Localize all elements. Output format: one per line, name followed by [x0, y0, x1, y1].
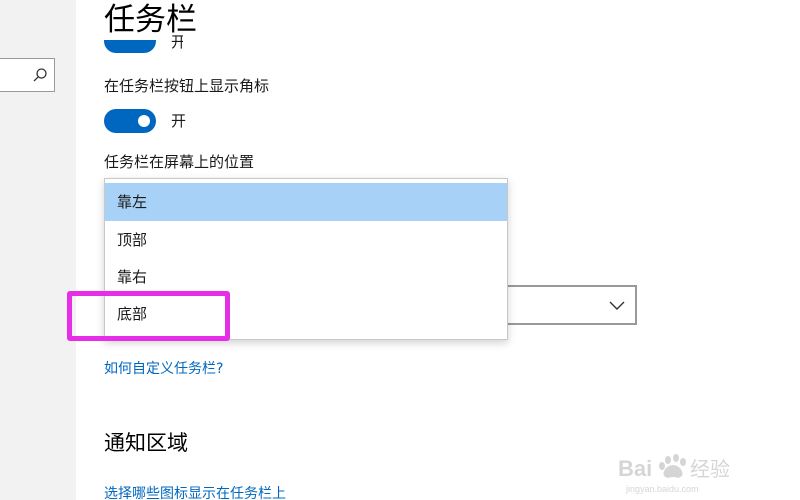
- toggle-knob: [138, 115, 150, 127]
- dropdown-option-left[interactable]: 靠左: [105, 183, 507, 221]
- select-icons-link[interactable]: 选择哪些图标显示在任务栏上: [104, 484, 286, 500]
- search-input[interactable]: [0, 58, 55, 92]
- svg-text:jingyan.baidu.com: jingyan.baidu.com: [625, 484, 699, 494]
- partial-toggle-state: 开: [171, 34, 183, 50]
- chevron-down-icon: [609, 297, 625, 313]
- badges-toggle-state: 开: [171, 112, 187, 130]
- badges-toggle-switch[interactable]: [104, 109, 156, 133]
- annotation-highlight: [67, 291, 230, 341]
- svg-text:经验: 经验: [690, 457, 730, 481]
- search-icon[interactable]: [32, 67, 48, 83]
- svg-text:Bai: Bai: [618, 456, 652, 481]
- dropdown-option-top[interactable]: 顶部: [105, 221, 507, 259]
- navigation-pane: [0, 0, 76, 500]
- badges-setting-label: 在任务栏按钮上显示角标: [104, 77, 270, 95]
- settings-window: 任务栏 开 在任务栏按钮上显示角标 开 任务栏在屏幕上的位置 靠左 顶部 靠右 …: [0, 0, 800, 500]
- page-title: 任务栏: [104, 2, 197, 38]
- customize-taskbar-link[interactable]: 如何自定义任务栏?: [104, 359, 223, 379]
- position-setting-label: 任务栏在屏幕上的位置: [104, 153, 255, 171]
- baidu-watermark-logo: Bai 经验 jingyan.baidu.com: [616, 448, 766, 496]
- partial-toggle-switch[interactable]: [104, 40, 156, 53]
- notification-area-title: 通知区域: [104, 431, 188, 455]
